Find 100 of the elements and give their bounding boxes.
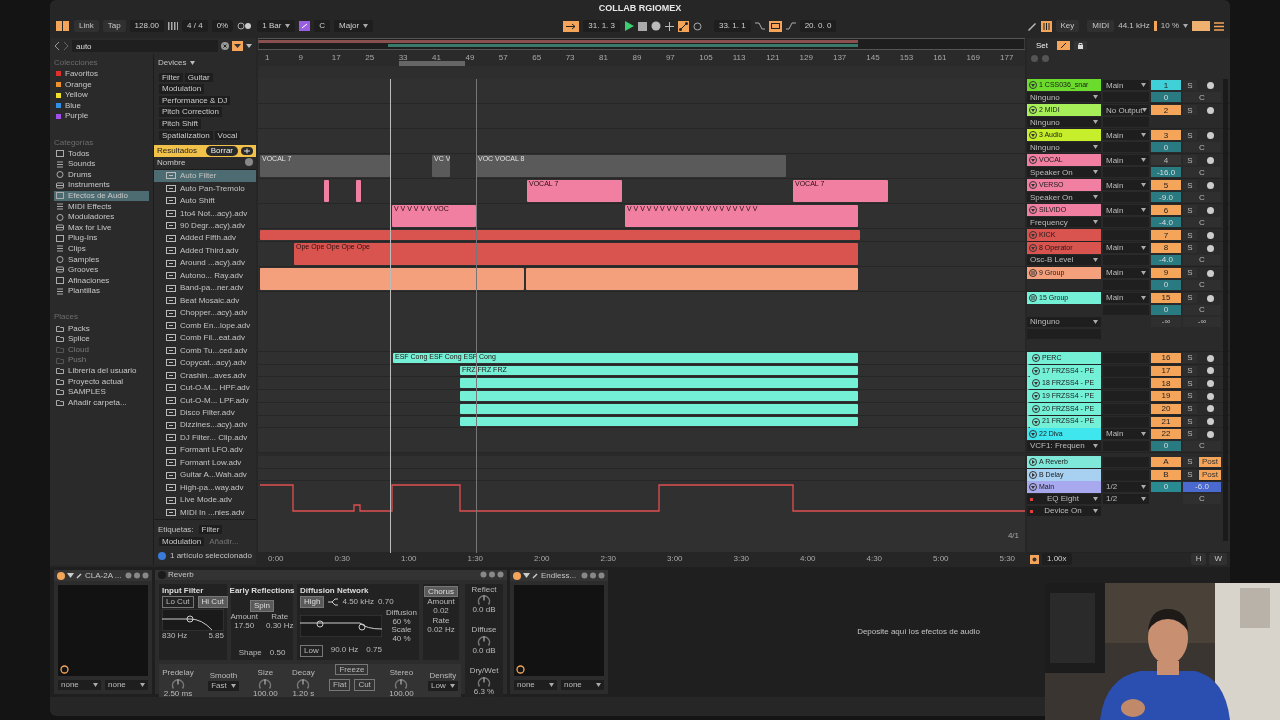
input-dropdown[interactable]: Ninguno — [1027, 142, 1101, 153]
pan-field[interactable]: C — [1183, 305, 1221, 316]
category-item[interactable]: Plug-Ins — [54, 232, 149, 244]
parameter-value[interactable]: 0.70 — [378, 597, 394, 607]
category-item[interactable]: Afinaciones — [54, 275, 149, 286]
volume-field[interactable]: -4.0 — [1151, 217, 1181, 228]
result-item[interactable]: Cut-O-M... LPF.adv — [154, 394, 256, 407]
volume-field[interactable]: 0 — [1151, 92, 1181, 103]
column-header[interactable]: Nombre — [157, 158, 186, 168]
value-field[interactable]: 4 / 4 — [182, 20, 208, 32]
result-item[interactable]: Guitar A...Wah.adv — [154, 468, 256, 482]
output-dropdown[interactable]: Main — [1103, 429, 1149, 440]
category-item[interactable]: Max for Live — [54, 222, 149, 233]
category-item[interactable]: Efectos de Audio — [54, 190, 149, 202]
input-dropdown[interactable]: VCF1: Frequen — [1027, 441, 1101, 452]
solo-button[interactable]: S — [1183, 416, 1197, 427]
output-dropdown[interactable]: 1/2 — [1103, 494, 1149, 505]
place-item[interactable]: Añadir carpeta... — [54, 397, 149, 408]
parameter-value[interactable]: 4.50 kHz — [342, 597, 375, 607]
dropdown[interactable]: 1 Bar — [257, 20, 296, 32]
category-item[interactable]: Todos — [54, 148, 149, 159]
zoom-field[interactable]: 1.00x — [1042, 553, 1072, 565]
category-item[interactable]: Grooves — [54, 264, 149, 276]
volume-field[interactable]: 0 — [1151, 305, 1181, 316]
solo-button[interactable]: S — [1183, 378, 1197, 389]
result-item[interactable]: Chopper...acy).adv — [154, 306, 256, 320]
search-field[interactable]: auto — [72, 40, 218, 52]
category-item[interactable]: Samples — [54, 254, 149, 265]
volume-field[interactable]: -4.0 — [1151, 255, 1181, 266]
filter-tag[interactable]: Modulation — [159, 84, 205, 94]
track-activator[interactable]: 1 — [1151, 80, 1181, 91]
parameter-value[interactable]: 0.50 — [269, 648, 286, 658]
solo-button[interactable]: S — [1183, 457, 1197, 468]
solo-button[interactable]: S — [1183, 80, 1197, 91]
solo-button[interactable]: S — [1183, 230, 1197, 241]
result-item[interactable]: Formant LFO.adv — [154, 443, 256, 457]
pan-field[interactable]: C — [1183, 255, 1221, 266]
toggle-button[interactable]: W — [1209, 553, 1227, 565]
toggle-button[interactable]: H — [1190, 553, 1207, 565]
pan-field[interactable]: C — [1183, 142, 1221, 153]
volume-field[interactable]: 0 — [1151, 441, 1181, 452]
track-activator[interactable]: 21 — [1151, 416, 1181, 427]
parameter-value[interactable]: 17.50 — [234, 621, 255, 631]
parameter-value[interactable]: 830 Hz — [162, 631, 188, 641]
result-item[interactable]: Disco Filter.adv — [154, 406, 256, 420]
position-field[interactable]: 31. 1. 3 — [583, 20, 620, 32]
parameter-value[interactable]: 0.0 dB — [472, 647, 496, 656]
result-item[interactable]: Crashin...aves.adv — [154, 369, 256, 382]
loop-length-field[interactable]: 20. 0. 0 — [799, 20, 837, 32]
pan-field[interactable]: C — [1183, 217, 1221, 228]
result-item[interactable]: DJ Filter... Clip.adv — [154, 431, 256, 444]
filter-toggle[interactable]: Lo Cut — [162, 596, 194, 608]
result-item[interactable]: Added Third.adv — [154, 244, 256, 257]
selector-dropdown[interactable]: none — [561, 680, 604, 690]
track-activator[interactable]: 19 — [1151, 391, 1181, 402]
track-activator[interactable]: 4 — [1151, 155, 1181, 166]
parameter-value[interactable]: 0.30 Hz — [266, 621, 294, 631]
place-item[interactable]: Packs — [54, 323, 149, 334]
track-activator[interactable]: 15 — [1151, 293, 1181, 304]
collection-item[interactable]: Orange — [54, 79, 149, 90]
parameter-value[interactable]: 90.0 Hz — [330, 646, 359, 656]
solo-button[interactable]: S — [1183, 130, 1197, 141]
collection-item[interactable]: Blue — [54, 100, 149, 111]
solo-button[interactable]: S — [1183, 155, 1197, 166]
collection-item[interactable]: Purple — [54, 110, 149, 122]
post-button[interactable]: Post — [1199, 457, 1221, 468]
input-dropdown[interactable]: Ninguno — [1027, 117, 1101, 128]
dropdown[interactable]: Major — [334, 20, 374, 32]
filter-tag[interactable]: Guitar — [184, 72, 213, 83]
parameter-value[interactable]: 0.02 Hz — [427, 625, 455, 635]
output-dropdown[interactable]: 1/2 — [1103, 482, 1149, 493]
category-item[interactable]: Plantillas — [54, 285, 149, 297]
high-shelf-button[interactable]: High — [300, 596, 325, 608]
result-item[interactable]: MIDI In ...nies.adv — [154, 506, 256, 519]
input-dropdown[interactable]: Speaker On — [1027, 192, 1101, 203]
result-item[interactable]: 90 Degr...acy).adv — [154, 219, 256, 232]
track-activator[interactable]: 6 — [1151, 205, 1181, 216]
track-activator[interactable]: B — [1151, 469, 1181, 480]
result-item[interactable]: Added Fifth.adv — [154, 232, 256, 245]
output-dropdown[interactable]: Main — [1103, 293, 1149, 304]
place-item[interactable]: SAMPLES — [54, 386, 149, 398]
loop-start-field[interactable]: 33. 1. 1 — [713, 20, 751, 32]
volume-field[interactable]: -6.0 — [1183, 482, 1221, 493]
chorus-button[interactable]: Chorus — [424, 585, 458, 598]
category-item[interactable]: Drums — [54, 169, 149, 180]
key-selector[interactable]: C — [314, 20, 331, 32]
track-activator[interactable]: 3 — [1151, 130, 1181, 141]
result-item[interactable]: Formant Low.adv — [154, 456, 256, 469]
output-dropdown[interactable]: No Output — [1103, 105, 1149, 116]
parameter-value[interactable]: 2.50 ms — [163, 690, 193, 699]
output-dropdown[interactable]: Main — [1103, 180, 1149, 191]
collection-item[interactable]: Favoritos — [54, 68, 149, 80]
solo-button[interactable]: S — [1183, 391, 1197, 402]
device-dropdown[interactable]: EQ Eight — [1027, 494, 1101, 505]
device-dropdown[interactable]: Device On — [1027, 506, 1101, 517]
category-item[interactable]: MIDI Effects — [54, 201, 149, 212]
result-item[interactable]: Comb En...lope.adv — [154, 319, 256, 332]
parameter-value[interactable]: 6.3 % — [473, 688, 495, 697]
result-item[interactable]: Around ...acy).adv — [154, 256, 256, 270]
track-activator[interactable]: 5 — [1151, 180, 1181, 191]
